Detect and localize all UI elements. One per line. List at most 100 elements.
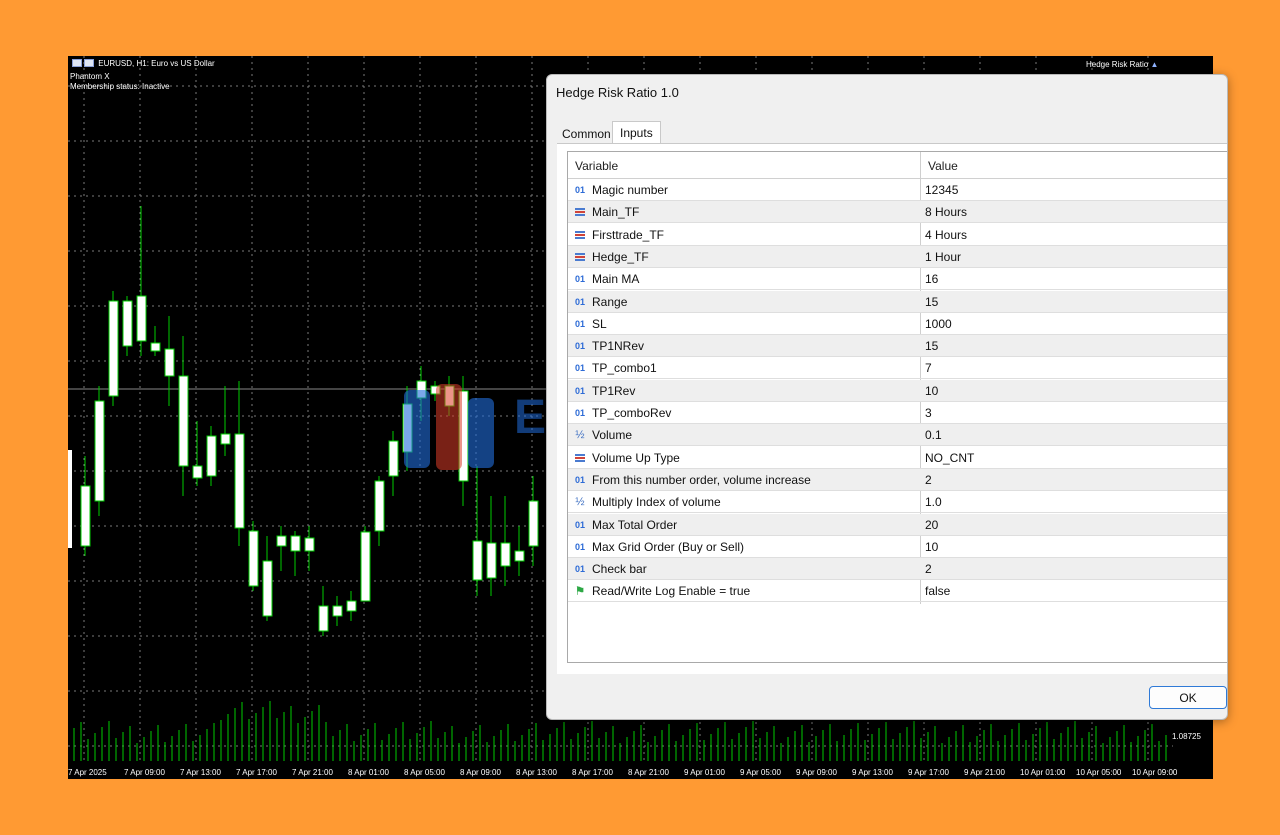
flag-us-icon (84, 59, 94, 67)
variable-value[interactable]: 16 (925, 268, 938, 290)
price-label: 1.08725 (1172, 732, 1201, 741)
variable-name: Check bar (592, 562, 647, 577)
variable-value[interactable]: 1 Hour (925, 246, 961, 268)
variable-value[interactable]: 3 (925, 402, 932, 424)
variable-value[interactable]: 10 (925, 536, 938, 558)
ea-name-label: Phantom X (70, 72, 110, 81)
hat-icon: ▲ (1150, 60, 1159, 69)
variable-value[interactable]: 2 (925, 558, 932, 580)
candle-body (94, 400, 105, 502)
variable-value[interactable]: 1.0 (925, 491, 942, 513)
variable-value[interactable]: 0.1 (925, 424, 942, 446)
candle-body (402, 403, 413, 453)
time-axis-label: 8 Apr 05:00 (404, 768, 445, 777)
variable-value[interactable]: NO_CNT (925, 447, 974, 469)
input-row[interactable]: ½ Multiply Index of volume 1.0 (568, 491, 1227, 514)
candle-body (136, 295, 147, 342)
time-axis-label: 10 Apr 09:00 (1132, 768, 1178, 777)
candle-body (388, 440, 399, 477)
integer-type-icon: 01 (574, 318, 585, 329)
variable-value[interactable]: 20 (925, 514, 938, 536)
input-row[interactable]: 01 Main MA 16 (568, 268, 1227, 291)
grid-header: Variable Value (568, 152, 1227, 179)
input-row[interactable]: 01 TP1Rev 10 (568, 379, 1227, 402)
variable-value[interactable]: 12345 (925, 179, 958, 201)
input-row[interactable]: 01 TP_combo1 7 (568, 357, 1227, 380)
variable-name: Volume Up Type (592, 450, 680, 465)
input-row[interactable]: 01 Range 15 (568, 290, 1227, 313)
variable-value[interactable]: false (925, 580, 950, 602)
candle-body (374, 480, 385, 532)
time-axis-label: 7 Apr 09:00 (124, 768, 165, 777)
integer-type-icon: 01 (574, 474, 585, 485)
variable-value[interactable]: 10 (925, 380, 938, 402)
enum-type-icon (572, 246, 588, 268)
input-row[interactable]: ⚑ Read/Write Log Enable = true false (568, 580, 1227, 603)
input-row[interactable]: 01 From this number order, volume increas… (568, 468, 1227, 491)
input-row[interactable]: 01 SL 1000 (568, 313, 1227, 335)
variable-name: SL (592, 316, 607, 331)
variable-value[interactable]: 4 Hours (925, 224, 967, 246)
candle-body (486, 542, 497, 579)
variable-value[interactable]: 1000 (925, 313, 952, 335)
input-row[interactable]: 01 TP_comboRev 3 (568, 402, 1227, 424)
input-row[interactable]: 01 Max Total Order 20 (568, 513, 1227, 536)
integer-type-icon: 01 (574, 408, 585, 418)
input-row[interactable]: 01 Magic number 12345 (568, 179, 1227, 201)
candle-body (192, 465, 203, 479)
input-row[interactable]: Firsttrade_TF 4 Hours (568, 224, 1227, 246)
time-axis-label: 10 Apr 05:00 (1076, 768, 1122, 777)
candle-body (68, 450, 72, 548)
candle-body (360, 531, 371, 602)
variable-value[interactable]: 8 Hours (925, 201, 967, 223)
tab-inputs[interactable]: Inputs (612, 121, 661, 144)
variable-value[interactable]: 2 (925, 469, 932, 491)
input-row[interactable]: ½ Volume 0.1 (568, 424, 1227, 447)
variable-value[interactable]: 7 (925, 357, 932, 379)
variable-name: Hedge_TF (592, 249, 649, 264)
column-header-value[interactable]: Value (928, 159, 958, 173)
variable-name: Multiply Index of volume (592, 495, 721, 510)
candle-body (290, 535, 301, 552)
input-row[interactable]: 01 Max Grid Order (Buy or Sell) 10 (568, 536, 1227, 558)
integer-type-icon: 01 (574, 541, 585, 552)
time-axis-label: 10 Apr 01:00 (1020, 768, 1066, 777)
candle-body (108, 300, 119, 397)
variable-name: Magic number (592, 183, 669, 197)
integer-type-icon: 01 (574, 296, 585, 307)
time-axis-label: 9 Apr 21:00 (964, 768, 1005, 777)
input-row[interactable]: 01 Check bar 2 (568, 558, 1227, 581)
candle-body (248, 530, 259, 587)
column-header-variable[interactable]: Variable (575, 159, 618, 173)
integer-type-icon: 01 (574, 341, 585, 352)
time-axis-label: 8 Apr 13:00 (516, 768, 557, 777)
candle-body (304, 537, 315, 552)
variable-value[interactable]: 15 (925, 291, 938, 313)
tab-common[interactable]: Common (555, 123, 618, 145)
chart-symbol-header: EURUSD, H1: Euro vs US Dollar (72, 59, 215, 69)
candle-body (220, 433, 231, 445)
integer-type-icon: 01 (574, 363, 585, 374)
ea-settings-dialog: Hedge Risk Ratio 1.0 Common Inputs Varia… (546, 74, 1228, 720)
symbol-label: EURUSD, H1: Euro vs US Dollar (98, 59, 215, 68)
candle-body (262, 560, 273, 617)
input-row[interactable]: Hedge_TF 1 Hour (568, 245, 1227, 268)
candle-body (318, 605, 329, 632)
variable-value[interactable]: 15 (925, 335, 938, 357)
candle-body (514, 550, 525, 562)
input-row[interactable]: Main_TF 8 Hours (568, 201, 1227, 224)
candle-body (528, 500, 539, 547)
candle-body (346, 600, 357, 612)
candle-body (444, 385, 455, 407)
integer-type-icon: 01 (574, 185, 585, 195)
candle-body (276, 535, 287, 547)
candle-body (178, 375, 189, 467)
input-row[interactable]: Volume Up Type NO_CNT (568, 447, 1227, 469)
variable-name: Range (592, 294, 628, 309)
candle-body (430, 385, 441, 395)
ok-button[interactable]: OK (1149, 686, 1227, 709)
time-axis-label: 8 Apr 09:00 (460, 768, 501, 777)
candle-body (206, 435, 217, 477)
input-row[interactable]: 01 TP1NRev 15 (568, 335, 1227, 358)
time-axis-label: 9 Apr 17:00 (908, 768, 949, 777)
